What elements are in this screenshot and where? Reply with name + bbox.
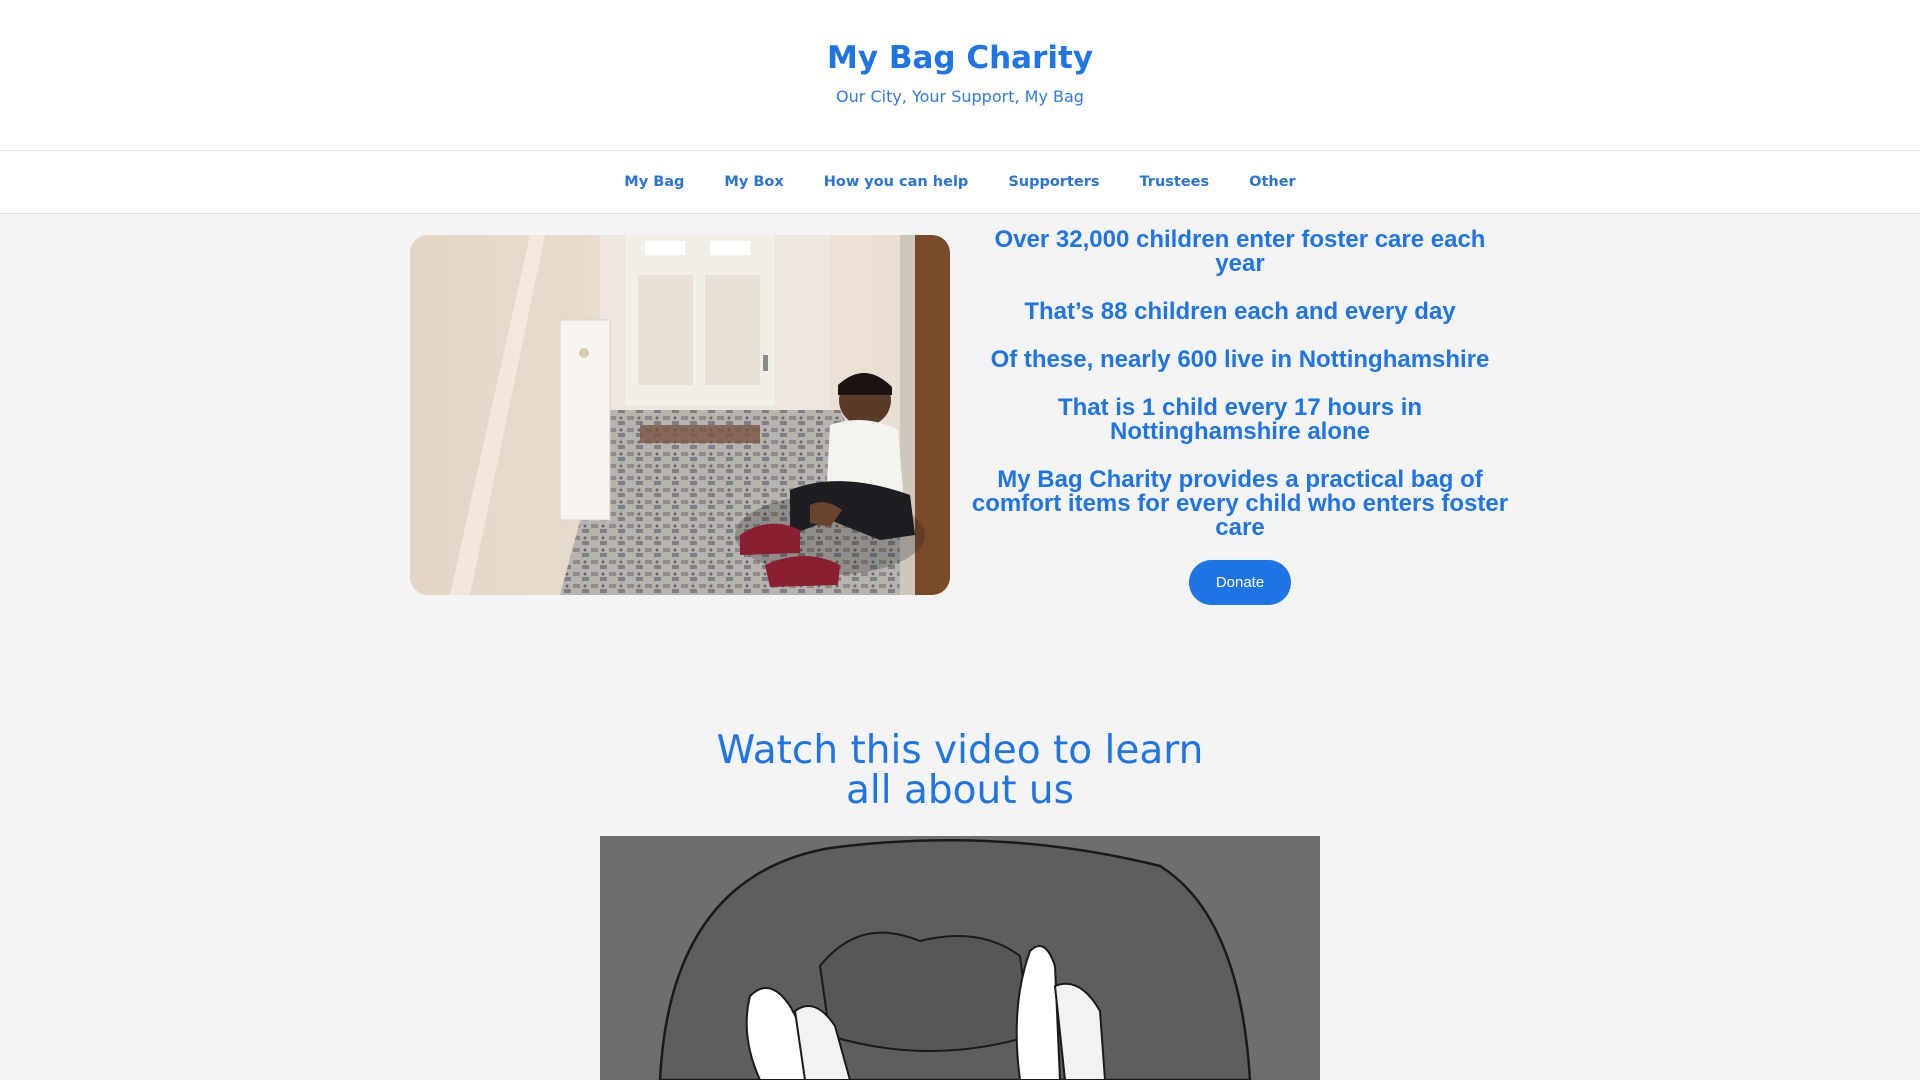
video-thumbnail xyxy=(600,836,1320,1080)
hero-photo xyxy=(410,235,950,595)
nav-item-supporters[interactable]: Supporters xyxy=(1008,174,1099,190)
nav-item-my-bag[interactable]: My Bag xyxy=(624,174,684,190)
video-heading-line1: Watch this video to learn xyxy=(716,728,1204,773)
stat-every-17-hours: That is 1 child every 17 hours in Nottin… xyxy=(1057,394,1423,445)
main-nav: My Bag My Box How you can help Supporter… xyxy=(0,151,1920,214)
stat-nottinghamshire: Of these, nearly 600 live in Nottinghams… xyxy=(990,346,1490,373)
stat-charity-mission: My Bag Charity provides a practical bag … xyxy=(971,466,1509,541)
stat-children-per-year: Over 32,000 children enter foster care e… xyxy=(994,226,1486,277)
stat-children-per-day: That’s 88 children each and every day xyxy=(1024,298,1456,325)
nav-item-how-you-can-help[interactable]: How you can help xyxy=(824,174,969,190)
nav-item-trustees[interactable]: Trustees xyxy=(1140,174,1210,190)
video-heading-line2: all about us xyxy=(846,768,1074,813)
site-header: My Bag Charity Our City, Your Support, M… xyxy=(0,0,1920,151)
site-tagline: Our City, Your Support, My Bag xyxy=(836,87,1084,106)
nav-item-other[interactable]: Other xyxy=(1249,174,1296,190)
nav-item-my-box[interactable]: My Box xyxy=(724,174,783,190)
video-heading: Watch this video to learn all about us xyxy=(0,731,1920,811)
hero-stats: Over 32,000 children enter foster care e… xyxy=(960,228,1520,605)
video-player[interactable] xyxy=(600,836,1320,1080)
site-title[interactable]: My Bag Charity xyxy=(0,40,1920,76)
donate-button[interactable]: Donate xyxy=(1189,560,1291,605)
